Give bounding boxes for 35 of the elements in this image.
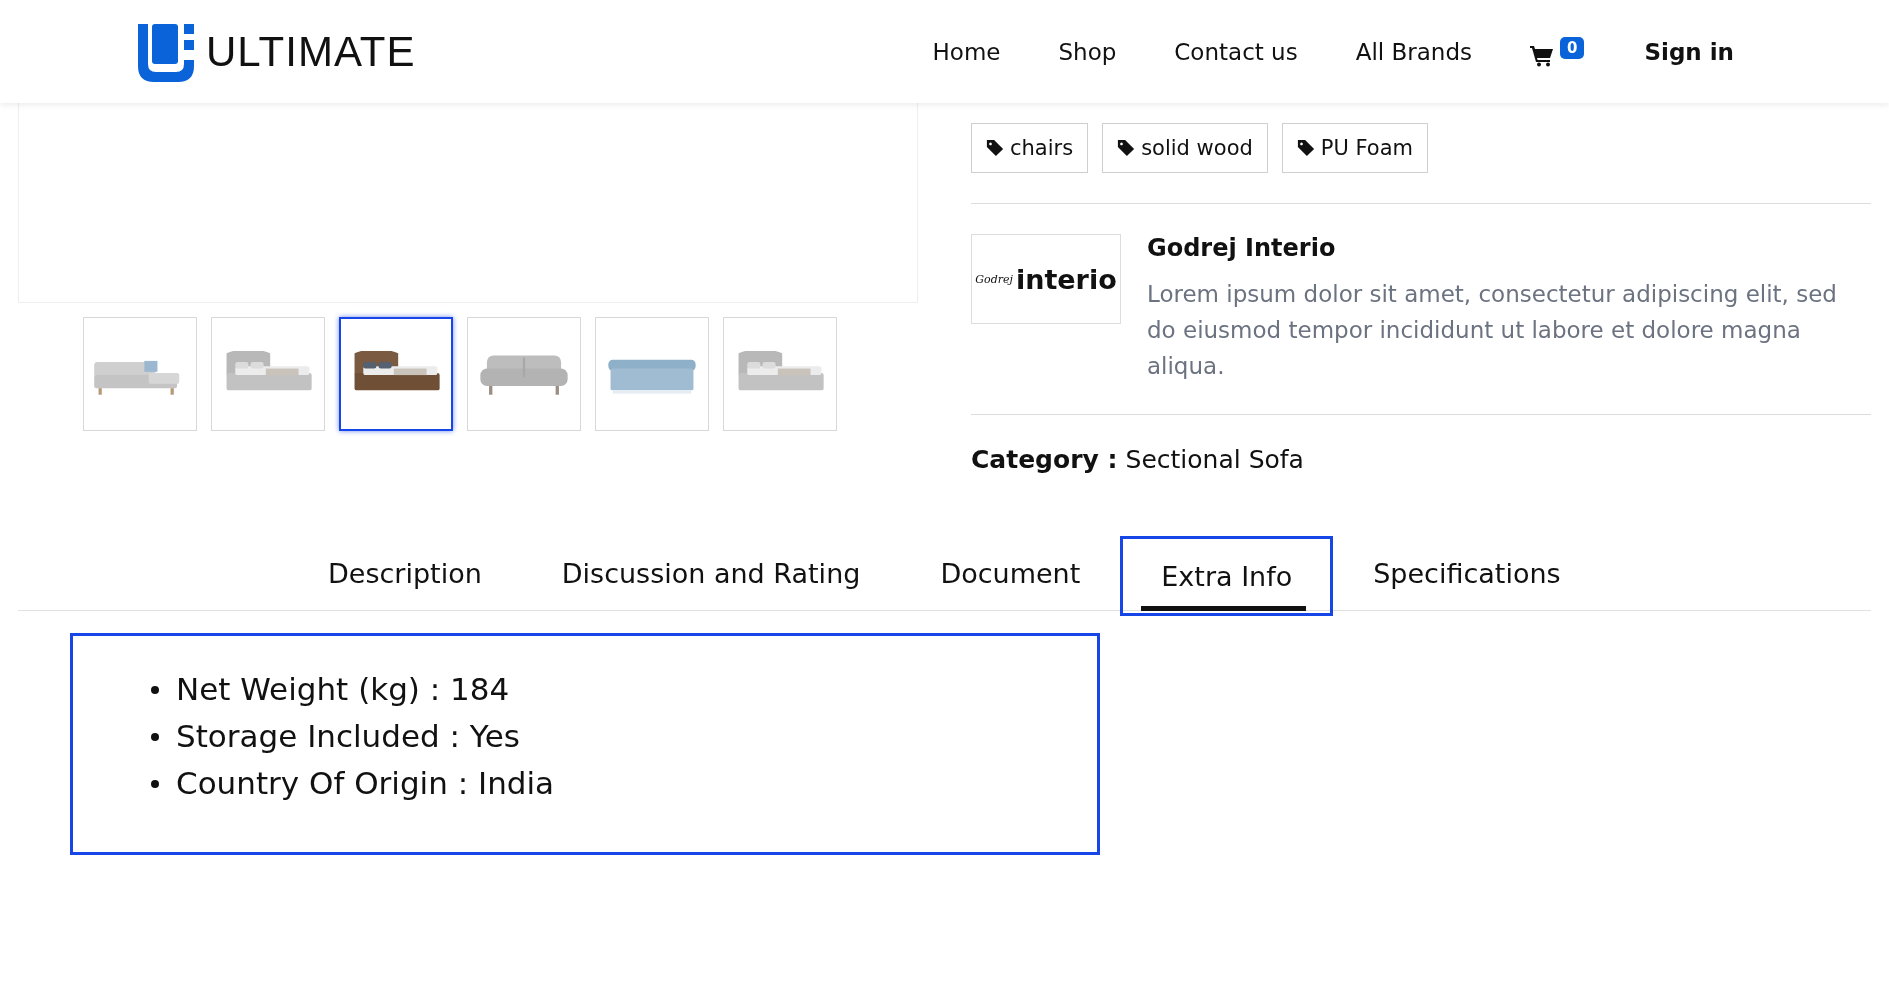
tag-label: solid wood [1141,136,1253,160]
brand-name: Godrej Interio [1147,234,1337,262]
logo-text: ULTIMATE [206,27,416,76]
tag-label: chairs [1010,136,1074,160]
bullet-icon [151,779,159,788]
tag-icon [986,139,1004,157]
category-label: Category : [971,445,1118,474]
tab[interactable]: Document [900,536,1121,610]
cart-icon[interactable] [1530,44,1554,67]
bullet-icon [151,732,159,741]
tab[interactable]: Extra Info [1120,536,1334,616]
info-item: Net Weight (kg) : 184 [176,670,510,709]
info-item: Country Of Origin : India [176,764,555,803]
sign-in-link[interactable]: Sign in [1644,38,1734,65]
info-item: Storage Included : Yes [176,717,520,756]
brand-logo-script: Godrej [975,272,1013,286]
bullet-icon [151,685,159,694]
nav-link[interactable]: Contact us [1174,38,1298,65]
thumbnail[interactable] [339,317,453,431]
tag-label: PU Foam [1320,136,1414,160]
tag-chip[interactable]: solid wood [1102,123,1268,173]
tab[interactable]: Description [288,536,522,610]
tag-chip[interactable]: PU Foam [1281,123,1429,173]
cart-count-badge: 0 [1560,36,1585,59]
tag-chip[interactable]: chairs [971,123,1089,173]
nav-link[interactable]: All Brands [1355,38,1472,65]
nav-link[interactable]: Home [932,38,1001,65]
brand-description: Lorem ipsum dolor sit amet, consectetur adipiscing elit, sed do eiusmod tempor incididunt ut labore et dolore magna aliqua. [1147,280,1838,381]
category-value: Sectional Sofa [1125,445,1304,474]
tag-icon [1117,139,1136,157]
tag-icon [1296,139,1315,157]
brand-logo-word: interio [1015,263,1117,295]
nav-link[interactable]: Shop [1058,38,1117,65]
tab[interactable]: Discussion and Rating [521,536,901,610]
tab[interactable]: Specifications [1333,536,1601,610]
